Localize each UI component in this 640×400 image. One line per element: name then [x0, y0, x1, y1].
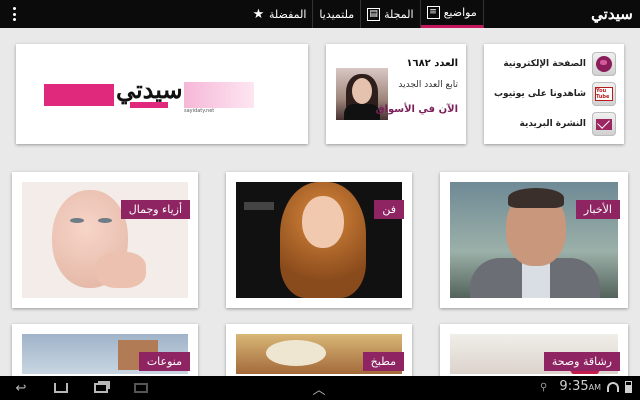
category-label: رشاقة وصحة — [543, 352, 620, 371]
category-label: فن — [374, 200, 404, 219]
tab-magazine[interactable]: ▤ المجلة — [361, 0, 421, 28]
issue-available-text: الآن في الأسواق — [375, 104, 458, 115]
wifi-icon — [607, 381, 619, 392]
recent-apps-icon — [94, 383, 108, 393]
issue-follow-text: تابع العدد الجديد — [398, 80, 458, 90]
links-card: الصفحة الإلكترونية You Tube شاهدونا على … — [484, 44, 624, 144]
home-button[interactable] — [50, 380, 72, 396]
brand-banner[interactable]: سيدتي sayidaty.net — [16, 44, 308, 144]
tab-label: المفضلة — [269, 7, 307, 21]
sayidaty-logo: سيدتي sayidaty.net — [44, 74, 254, 118]
category-label: الأخبار — [575, 200, 620, 219]
tab-label: المجلة — [384, 7, 414, 21]
tab-multimedia[interactable]: ملتميديا — [313, 0, 362, 28]
link-label: الصفحة الإلكترونية — [503, 59, 586, 69]
screenshot-icon — [134, 383, 148, 393]
system-navigation-bar: ↩ ︿ ⚲ 9:35AM — [0, 376, 640, 400]
tab-label: ملتميديا — [319, 7, 355, 21]
category-tile-misc[interactable]: منوعات — [12, 324, 198, 384]
tab-label: مواضيع — [443, 6, 477, 19]
current-issue-card[interactable]: العدد ١٦٨٢ تابع العدد الجديد الآن في الأ… — [326, 44, 466, 144]
status-area[interactable]: 9:35AM — [559, 379, 632, 394]
link-website[interactable]: الصفحة الإلكترونية — [488, 50, 616, 78]
battery-icon — [625, 380, 632, 393]
link-youtube[interactable]: You Tube شاهدونا على يوتيوب — [488, 80, 616, 108]
action-bar: ★ المفضلة ملتميديا ▤ المجلة ≡ مواضيع سيد… — [0, 0, 640, 28]
category-tile-kitchen[interactable]: مطبخ — [226, 324, 412, 384]
category-tile-art[interactable]: فن — [226, 172, 412, 308]
star-icon: ★ — [252, 6, 265, 22]
category-label: منوعات — [138, 352, 190, 371]
app-logo[interactable]: سيدتي — [590, 3, 634, 25]
screenshot-button[interactable] — [130, 380, 152, 396]
document-icon: ≡ — [426, 6, 440, 19]
link-newsletter[interactable]: النشرة البريدية — [488, 110, 616, 138]
brand-url: sayidaty.net — [184, 108, 215, 114]
back-icon[interactable]: ↩ — [10, 380, 32, 396]
clock: 9:35AM — [559, 379, 601, 394]
chevron-up-icon[interactable]: ︿ — [308, 380, 330, 398]
globe-icon — [592, 52, 616, 76]
category-label: مطبخ — [362, 352, 404, 371]
link-label: شاهدونا على يوتيوب — [494, 89, 586, 99]
category-tile-news[interactable]: الأخبار — [440, 172, 628, 308]
mail-icon — [592, 112, 616, 136]
issue-number: العدد ١٦٨٢ — [406, 58, 458, 69]
notification-icon[interactable]: ⚲ — [540, 382, 552, 394]
category-tile-fitness-health[interactable]: رشاقة وصحة — [440, 324, 628, 384]
link-label: النشرة البريدية — [519, 119, 587, 129]
recent-apps-button[interactable] — [90, 380, 112, 396]
magazine-icon: ▤ — [367, 7, 381, 21]
overflow-menu-icon[interactable] — [6, 6, 22, 22]
home-icon — [54, 383, 68, 393]
tab-favorites[interactable]: ★ المفضلة — [246, 0, 314, 28]
category-label: أزياء وجمال — [120, 200, 190, 219]
youtube-icon: You Tube — [592, 82, 616, 106]
category-tile-fashion-beauty[interactable]: أزياء وجمال — [12, 172, 198, 308]
tab-topics[interactable]: ≡ مواضيع — [420, 0, 484, 28]
top-tabs: ★ المفضلة ملتميديا ▤ المجلة ≡ مواضيع — [246, 0, 484, 28]
